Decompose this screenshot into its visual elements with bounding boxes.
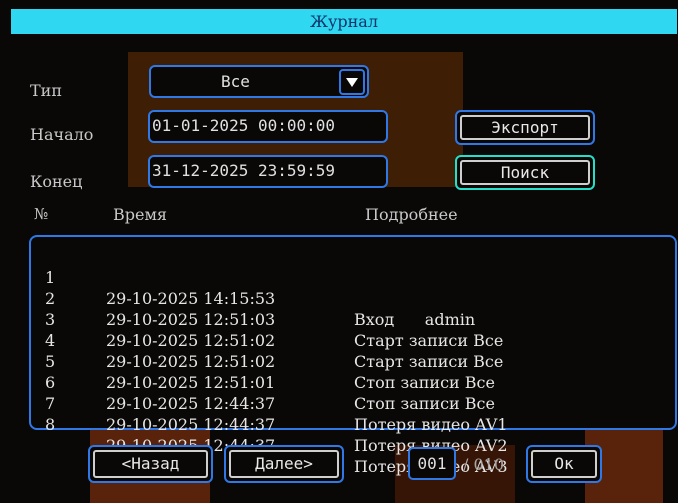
column-header-detail: Подробнее [365, 205, 458, 224]
end-datetime-field[interactable]: 31-12-2025 23:59:59 [148, 155, 388, 188]
next-page-label: Далее> [229, 450, 339, 478]
row-time: 29-10-2025 12:51:03 [106, 310, 276, 329]
page-number-input[interactable]: 001 [408, 447, 456, 480]
export-button[interactable]: Экспорт [455, 110, 595, 145]
page-total: / 010 [463, 455, 505, 474]
prev-page-label: <Назад [93, 450, 208, 478]
type-select-value: Все [221, 72, 250, 91]
next-page-button[interactable]: Далее> [224, 445, 344, 483]
table-row[interactable]: 6 29-10-2025 12:44:37 Потеря видео AV1 [45, 351, 508, 434]
row-time: 29-10-2025 12:44:37 [106, 415, 276, 434]
table-row[interactable]: 7 29-10-2025 12:44:37 Потеря видео AV2 [45, 372, 508, 455]
search-button-label: Поиск [460, 160, 590, 185]
row-detail: Стоп записи Все [354, 373, 495, 392]
event-log-list[interactable]: 1 29-10-2025 14:15:53 Вход admin 2 29-10… [29, 235, 677, 476]
row-time: 29-10-2025 12:51:02 [106, 352, 276, 371]
row-detail: Старт записи Все [354, 352, 504, 371]
type-select[interactable]: Все [149, 65, 369, 98]
row-time: 29-10-2025 12:51:02 [106, 331, 276, 350]
row-detail: Вход admin [354, 310, 476, 329]
row-num: 8 [45, 415, 56, 434]
ok-button[interactable]: Ок [526, 445, 602, 483]
chevron-down-icon[interactable] [339, 69, 365, 95]
table-row[interactable]: 4 29-10-2025 12:51:02 Стоп записи Все [45, 309, 495, 392]
row-detail: Потеря видео AV1 [354, 415, 508, 434]
type-label: Тип [30, 81, 62, 100]
column-header-time: Время [113, 205, 168, 224]
row-time: 29-10-2025 14:15:53 [106, 289, 276, 308]
start-datetime-field[interactable]: 01-01-2025 00:00:00 [148, 110, 388, 143]
row-detail: Старт записи Все [354, 331, 504, 350]
export-button-label: Экспорт [460, 115, 590, 140]
row-time: 29-10-2025 12:44:37 [106, 394, 276, 413]
table-row[interactable]: 1 29-10-2025 14:15:53 Вход admin [45, 246, 475, 329]
row-detail: Стоп записи Все [354, 394, 495, 413]
window-title: Журнал [11, 9, 677, 34]
prev-page-button[interactable]: <Назад [88, 445, 213, 483]
ok-button-label: Ок [531, 450, 597, 478]
table-row[interactable]: 5 29-10-2025 12:51:01 Стоп записи Все [45, 330, 495, 413]
search-button[interactable]: Поиск [455, 155, 595, 190]
row-time: 29-10-2025 12:51:01 [106, 373, 276, 392]
table-row[interactable]: 2 29-10-2025 12:51:03 Старт записи Все [45, 267, 503, 350]
end-label: Конец [30, 172, 83, 191]
start-label: Начало [30, 125, 94, 144]
table-row[interactable]: 3 29-10-2025 12:51:02 Старт записи Все [45, 288, 503, 371]
table-row[interactable]: 8 29-10-2025 12:44:37 Потеря видео AV3 [45, 393, 508, 476]
column-header-num: № [34, 205, 49, 223]
